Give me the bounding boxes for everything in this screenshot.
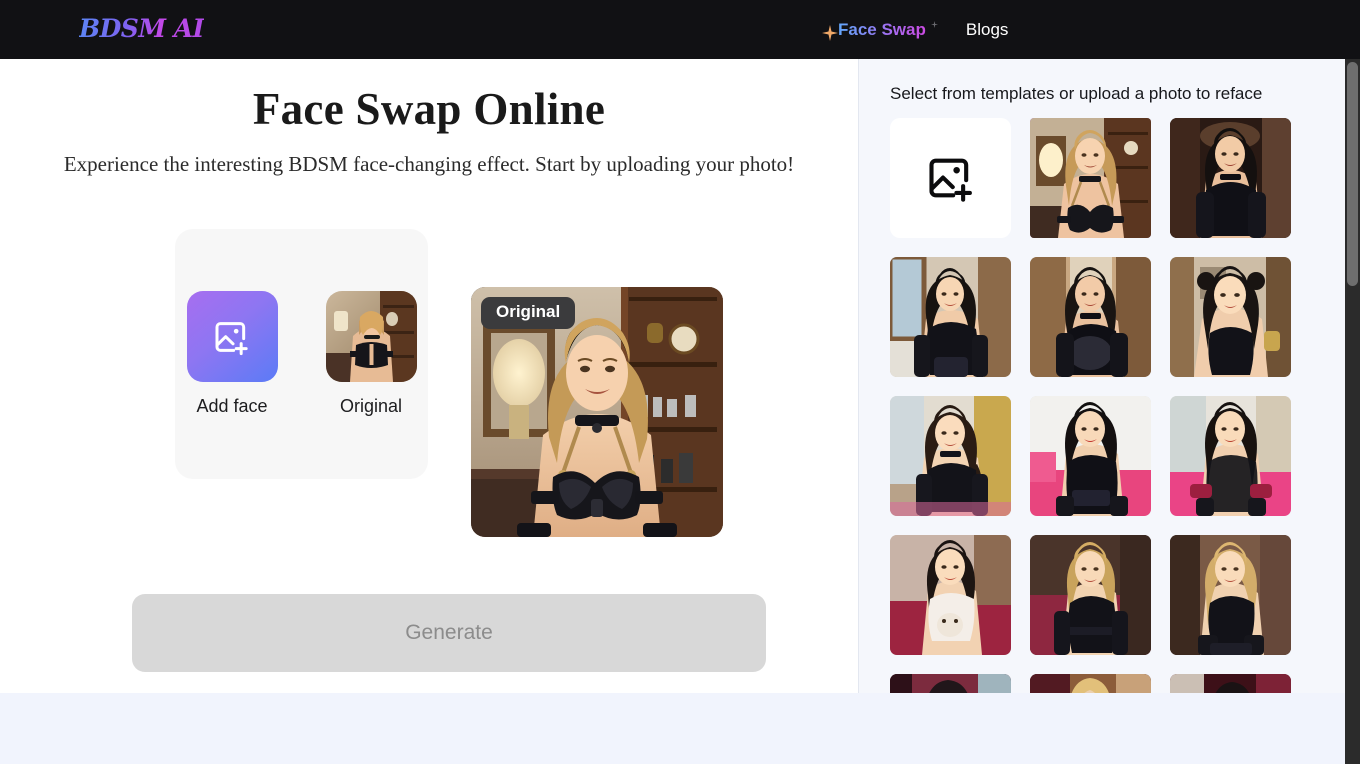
main-content: Face Swap Online Experience the interest… [0,59,858,693]
template-art [1030,535,1151,655]
page-title: Face Swap Online [252,84,606,134]
template-art [890,535,1011,655]
thumbnail-art [325,291,417,382]
template-art [1170,535,1291,655]
template-tile[interactable] [1170,535,1291,655]
template-art [890,257,1011,377]
image-plus-icon [215,321,248,355]
upload-photo-tile[interactable] [890,118,1011,238]
template-tile[interactable] [1030,118,1151,238]
template-tile[interactable] [890,674,1011,693]
add-face-button[interactable] [186,291,278,382]
template-art [1030,674,1151,693]
sparkle-small-icon [930,20,938,28]
template-tile[interactable] [890,535,1011,655]
template-tile[interactable] [890,257,1011,377]
main-nav: Face Swap Blogs [822,0,1009,59]
template-tile[interactable] [890,396,1011,516]
nav-item-face-swap-label: Face Swap [838,19,926,39]
template-art [1170,118,1291,238]
template-art [1030,257,1151,377]
template-tile[interactable] [1030,674,1151,693]
page-subtitle: Experience the interesting BDSM face-cha… [63,152,795,176]
templates-panel-title: Select from templates or upload a photo … [890,84,1263,103]
page-footer-space [0,693,1360,764]
original-face-label: Original [339,396,403,416]
nav-item-blogs-label: Blogs [965,19,1009,39]
template-tile[interactable] [1170,257,1291,377]
add-face-slot: Add face [186,291,278,417]
template-art [1170,674,1291,693]
browser-scrollbar-thumb[interactable] [1347,62,1358,286]
preview-image[interactable]: Original [471,287,723,537]
template-art [1030,396,1151,516]
add-face-label: Add face [196,396,268,416]
template-tile[interactable] [1170,118,1291,238]
site-logo[interactable]: BDSM AI [79,14,204,43]
templates-grid [890,118,1325,693]
original-face-slot: Original [325,291,417,417]
template-tile[interactable] [1030,257,1151,377]
template-art [1170,396,1291,516]
nav-item-face-swap[interactable]: Face Swap [822,19,938,41]
template-art [890,396,1011,516]
template-art [1030,118,1151,238]
nav-item-blogs[interactable]: Blogs [966,20,1009,40]
preview-badge: Original [481,297,576,329]
image-plus-icon [928,158,972,202]
template-tile[interactable] [1170,396,1291,516]
template-tile[interactable] [1030,535,1151,655]
original-face-thumbnail[interactable] [325,291,417,382]
template-art [1170,257,1291,377]
sparkle-icon [822,24,838,41]
template-tile[interactable] [1170,674,1291,693]
generate-button[interactable]: Generate [132,594,766,672]
page-root: BDSM AI Face Swap Blogs Face Swap Online… [0,0,1360,764]
face-selection-card: Add face Original [175,229,428,479]
template-tile[interactable] [1030,396,1151,516]
templates-panel: Select from templates or upload a photo … [858,59,1360,693]
template-art [890,674,1011,693]
site-header: BDSM AI Face Swap Blogs [0,0,1360,59]
